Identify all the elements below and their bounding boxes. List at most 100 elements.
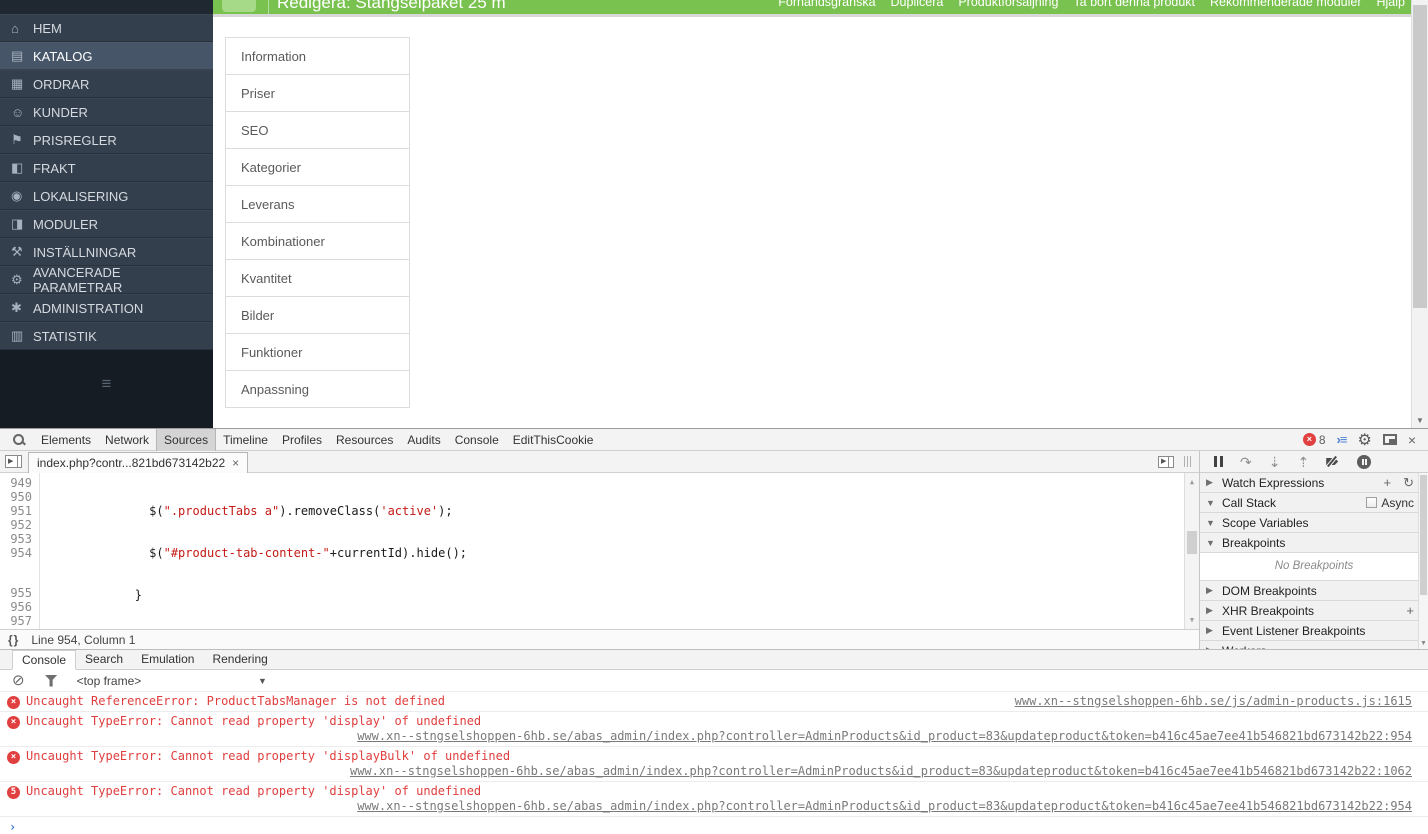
show-drawer-icon[interactable]: ▶ bbox=[1158, 455, 1174, 468]
file-tab[interactable]: index.php?contr...821bd673142b22 × bbox=[28, 451, 249, 473]
section-xhr-breakpoints[interactable]: ▶ XHR Breakpoints + bbox=[1200, 601, 1428, 621]
error-count-badge[interactable]: × 8 bbox=[1302, 433, 1326, 447]
sidebar-item-avancerade-parametrar[interactable]: ⚙ AVANCERADE PARAMETRAR bbox=[0, 265, 213, 295]
scrollbar-thumb[interactable] bbox=[1413, 5, 1427, 308]
tab-sources[interactable]: Sources bbox=[156, 428, 217, 451]
clear-console-icon[interactable]: ⊘ bbox=[12, 673, 25, 688]
scroll-down-arrow[interactable]: ▼ bbox=[1185, 613, 1199, 627]
section-scope-variables[interactable]: ▼ Scope Variables bbox=[1200, 513, 1428, 533]
sidebar-item-frakt[interactable]: ◧ FRAKT bbox=[0, 154, 213, 182]
line-number-gutter[interactable]: 949 950 951 952 953 954 955 956 957 bbox=[0, 473, 40, 629]
settings-gear-icon[interactable]: ⚙ bbox=[1357, 430, 1371, 450]
close-devtools-icon[interactable]: × bbox=[1408, 433, 1416, 447]
tab-resources[interactable]: Resources bbox=[329, 429, 400, 451]
sidebar-item-ordrar[interactable]: ▦ ORDRAR bbox=[0, 70, 213, 98]
tab-network[interactable]: Network bbox=[98, 429, 156, 451]
panel-grip-icon[interactable] bbox=[1184, 456, 1191, 467]
preview-link[interactable]: Förhandsgranska bbox=[778, 0, 875, 9]
tab-audits[interactable]: Audits bbox=[400, 429, 447, 451]
drawer-tab-console[interactable]: Console bbox=[12, 650, 77, 670]
step-out-icon[interactable]: ⇡ bbox=[1297, 455, 1309, 469]
tab-editthiscookie[interactable]: EditThisCookie bbox=[506, 429, 601, 451]
product-tab-funktioner[interactable]: Funktioner bbox=[225, 333, 410, 371]
sidebar-item-katalog[interactable]: ▤ KATALOG bbox=[0, 42, 213, 70]
section-breakpoints[interactable]: ▼ Breakpoints bbox=[1200, 533, 1428, 553]
show-navigator-icon[interactable]: ▶ bbox=[5, 455, 22, 468]
section-event-listener-breakpoints[interactable]: ▶ Event Listener Breakpoints bbox=[1200, 621, 1428, 641]
sidebar-item-moduler[interactable]: ◨ MODULER bbox=[0, 210, 213, 238]
product-sales-link[interactable]: Produktförsäljning bbox=[958, 0, 1058, 9]
drawer-tab-emulation[interactable]: Emulation bbox=[132, 650, 203, 669]
scroll-down-arrow[interactable]: ▼ bbox=[1419, 640, 1428, 647]
product-tab-kvantitet[interactable]: Kvantitet bbox=[225, 259, 410, 297]
file-tab-close-icon[interactable]: × bbox=[232, 456, 239, 470]
source-link[interactable]: www.xn--stngselshoppen-6hb.se/js/admin-p… bbox=[995, 694, 1412, 709]
tab-profiles[interactable]: Profiles bbox=[275, 429, 329, 451]
drawer-tab-rendering[interactable]: Rendering bbox=[203, 650, 276, 669]
line-number[interactable]: 956 bbox=[0, 600, 32, 614]
product-tab-kategorier[interactable]: Kategorier bbox=[225, 148, 410, 186]
panel-scrollbar[interactable]: ▼ bbox=[1418, 473, 1428, 649]
sidebar-item-installningar[interactable]: ⚒ INSTÄLLNINGAR bbox=[0, 238, 213, 266]
scrollbar-down-arrow[interactable]: ▼ bbox=[1412, 416, 1428, 425]
line-number[interactable]: 949 bbox=[0, 476, 32, 490]
sidebar-item-lokalisering[interactable]: ◉ LOKALISERING bbox=[0, 182, 213, 210]
add-xhr-breakpoint-icon[interactable]: + bbox=[1406, 604, 1414, 617]
line-number[interactable]: 957 bbox=[0, 614, 32, 628]
add-watch-icon[interactable]: + bbox=[1384, 476, 1392, 489]
line-number[interactable]: 953 bbox=[0, 532, 32, 546]
product-tab-anpassning[interactable]: Anpassning bbox=[225, 370, 410, 408]
line-number[interactable]: 950 bbox=[0, 490, 32, 504]
recommended-modules-link[interactable]: Rekommenderade moduler bbox=[1210, 0, 1361, 9]
product-tab-kombinationer[interactable]: Kombinationer bbox=[225, 222, 410, 260]
async-checkbox[interactable] bbox=[1366, 497, 1378, 508]
collapse-menu-icon[interactable]: ≡ bbox=[102, 374, 112, 394]
tab-elements[interactable]: Elements bbox=[34, 429, 98, 451]
product-tab-bilder[interactable]: Bilder bbox=[225, 296, 410, 334]
deactivate-breakpoints-icon[interactable] bbox=[1326, 457, 1340, 466]
async-toggle[interactable]: Async bbox=[1366, 496, 1414, 510]
frame-selector[interactable]: <top frame> bbox=[77, 674, 142, 688]
scrollbar-thumb[interactable] bbox=[1187, 531, 1197, 554]
page-scrollbar[interactable]: ▼ bbox=[1411, 0, 1428, 428]
section-call-stack[interactable]: ▼ Call Stack Async bbox=[1200, 493, 1428, 513]
source-link[interactable]: www.xn--stngselshoppen-6hb.se/abas_admin… bbox=[357, 729, 1412, 743]
filter-icon[interactable] bbox=[44, 674, 58, 687]
editor-scrollbar[interactable]: ▲ ▼ bbox=[1184, 473, 1199, 629]
sidebar-item-prisregler[interactable]: ⚑ PRISREGLER bbox=[0, 126, 213, 154]
product-tab-information[interactable]: Information bbox=[225, 37, 410, 75]
sidebar-item-statistik[interactable]: ▥ STATISTIK bbox=[0, 322, 213, 350]
duplicate-link[interactable]: Duplicera bbox=[891, 0, 944, 9]
line-number[interactable]: 951 bbox=[0, 504, 32, 518]
sidebar-item-hem[interactable]: ⌂ HEM bbox=[0, 14, 213, 42]
frame-selector-arrow-icon[interactable]: ▼ bbox=[258, 676, 267, 686]
product-tab-leverans[interactable]: Leverans bbox=[225, 185, 410, 223]
pause-script-icon[interactable] bbox=[1214, 456, 1223, 467]
code-editor[interactable]: 949 950 951 952 953 954 955 956 957 $(".… bbox=[0, 473, 1199, 629]
line-number[interactable]: 955 bbox=[0, 586, 32, 600]
product-tab-seo[interactable]: SEO bbox=[225, 111, 410, 149]
dock-side-icon[interactable] bbox=[1382, 434, 1397, 445]
sidebar-item-administration[interactable]: ✱ ADMINISTRATION bbox=[0, 294, 213, 322]
section-dom-breakpoints[interactable]: ▶ DOM Breakpoints bbox=[1200, 581, 1428, 601]
search-icon[interactable] bbox=[12, 433, 26, 447]
header-menu-button[interactable] bbox=[222, 0, 256, 12]
drawer-tab-search[interactable]: Search bbox=[76, 650, 132, 669]
product-tab-priser[interactable]: Priser bbox=[225, 74, 410, 112]
step-over-icon[interactable]: ↷ bbox=[1240, 455, 1252, 469]
section-watch-expressions[interactable]: ▶ Watch Expressions + ↻ bbox=[1200, 473, 1428, 493]
code-content[interactable]: $(".productTabs a").removeClass('active'… bbox=[40, 473, 1199, 629]
scrollbar-thumb[interactable] bbox=[1420, 475, 1427, 595]
toggle-drawer-icon[interactable]: ›≡ bbox=[1337, 432, 1348, 447]
delete-product-link[interactable]: Ta bort denna produkt bbox=[1073, 0, 1195, 9]
refresh-watch-icon[interactable]: ↻ bbox=[1403, 476, 1414, 489]
tab-console[interactable]: Console bbox=[448, 429, 506, 451]
help-link[interactable]: Hjälp bbox=[1377, 0, 1406, 9]
source-link[interactable]: www.xn--stngselshoppen-6hb.se/abas_admin… bbox=[350, 764, 1412, 778]
scroll-up-arrow[interactable]: ▲ bbox=[1185, 475, 1199, 489]
section-workers[interactable]: ▶ Workers bbox=[1200, 641, 1428, 649]
source-link[interactable]: www.xn--stngselshoppen-6hb.se/abas_admin… bbox=[357, 799, 1412, 813]
step-into-icon[interactable]: ⇣ bbox=[1269, 455, 1281, 469]
pretty-print-icon[interactable]: {} bbox=[8, 633, 19, 647]
line-number[interactable]: 954 bbox=[0, 546, 32, 560]
